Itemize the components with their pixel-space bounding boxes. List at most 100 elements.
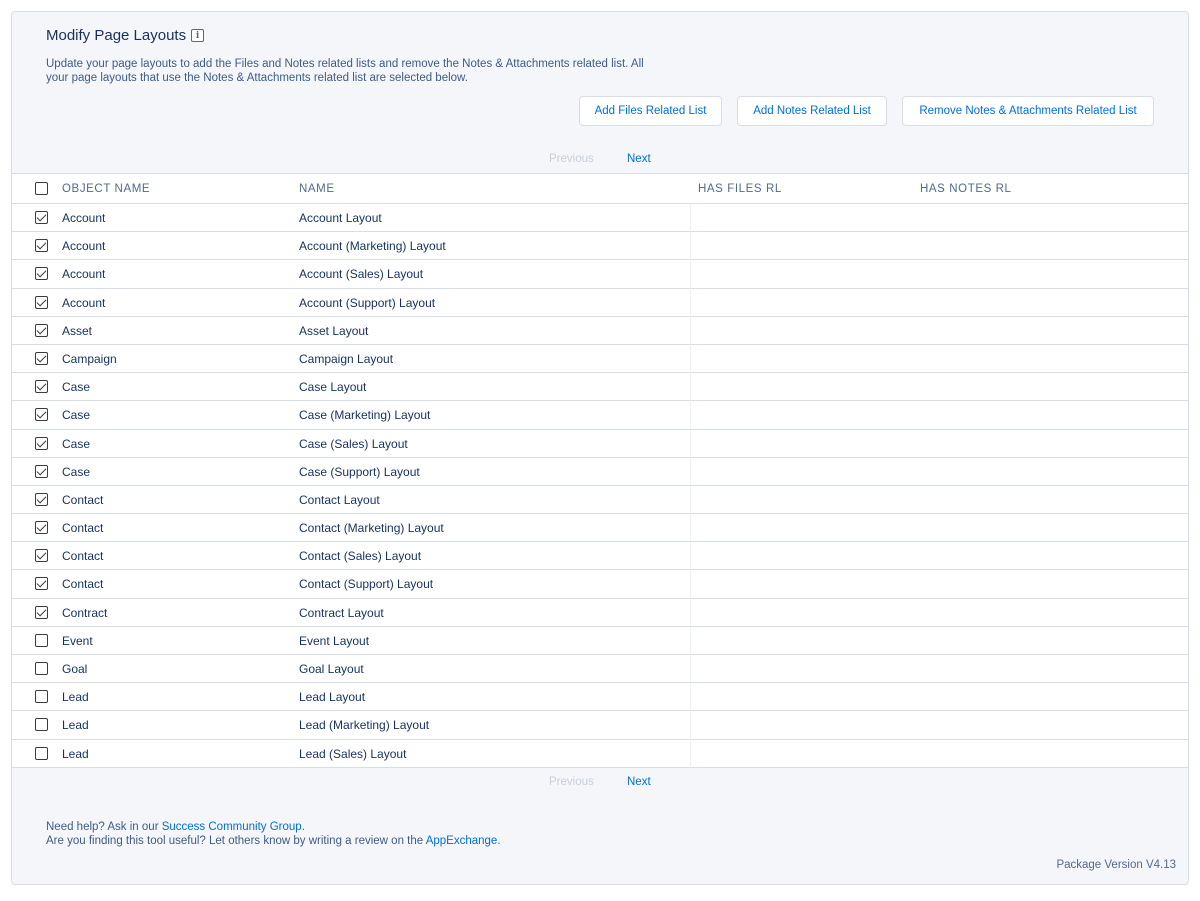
object-name-cell: Goal xyxy=(62,662,88,676)
title-row: Modify Page Layouts i xyxy=(46,27,205,44)
row-checkbox[interactable] xyxy=(35,464,48,478)
layout-name-cell: Lead (Marketing) Layout xyxy=(299,718,430,733)
table-row: Case Case (Support) Layout xyxy=(12,457,1188,486)
object-name-cell: Account xyxy=(62,295,106,310)
related-list-status-cells xyxy=(690,626,1188,655)
layout-name-cell: Case (Marketing) Layout xyxy=(299,408,431,423)
help-footer: Need help? Ask in our Success Community … xyxy=(46,820,501,848)
related-list-status-cells xyxy=(690,373,1188,402)
row-checkbox[interactable] xyxy=(35,351,48,365)
related-list-status-cells xyxy=(690,288,1188,317)
object-name-cell: Event xyxy=(62,633,93,648)
row-checkbox[interactable] xyxy=(35,295,48,309)
table-row: Case Case (Sales) Layout xyxy=(12,429,1188,458)
previous-link[interactable]: Previous xyxy=(549,153,594,165)
row-checkbox[interactable] xyxy=(35,408,48,422)
table-body: Account Account Layout Account Account (Mar… xyxy=(12,204,1188,768)
remove-notes-attachments-button[interactable]: Remove Notes & Attachments Related List xyxy=(902,96,1154,126)
related-list-status-cells xyxy=(690,204,1188,233)
related-list-status-cells xyxy=(690,457,1188,486)
row-checkbox[interactable] xyxy=(35,746,48,760)
related-list-status-cells xyxy=(690,485,1188,515)
object-name-cell: Account xyxy=(62,239,106,254)
page-description: Update your page layouts to add the File… xyxy=(46,58,644,84)
layout-name-cell: Account (Marketing) Layout xyxy=(299,239,446,254)
row-checkbox[interactable] xyxy=(35,267,48,281)
object-name-cell: Contract xyxy=(62,605,108,620)
row-checkbox[interactable] xyxy=(35,380,48,394)
select-all-checkbox[interactable] xyxy=(35,182,48,195)
object-name-cell: Lead xyxy=(62,746,89,761)
object-name-cell: Lead xyxy=(62,718,89,733)
next-link[interactable]: Next xyxy=(627,153,651,165)
review-text: Are you finding this tool useful? Let ot… xyxy=(46,835,426,847)
appexchange-link[interactable]: AppExchange xyxy=(426,835,498,847)
next-link[interactable]: Next xyxy=(627,776,651,788)
row-checkbox[interactable] xyxy=(35,605,48,619)
table-row: Campaign Campaign Layout xyxy=(12,344,1188,374)
row-checkbox[interactable] xyxy=(35,239,48,253)
add-notes-related-list-button[interactable]: Add Notes Related List xyxy=(737,96,887,126)
related-list-status-cells xyxy=(690,232,1188,261)
related-list-status-cells xyxy=(690,429,1188,458)
row-checkbox[interactable] xyxy=(35,690,48,704)
review-line: Are you finding this tool useful? Let ot… xyxy=(46,834,501,848)
layout-name-cell: Account Layout xyxy=(299,211,382,225)
object-name-cell: Asset xyxy=(62,323,93,338)
object-name-cell: Lead xyxy=(62,690,89,705)
table-row: Case Case (Marketing) Layout xyxy=(12,401,1188,430)
related-list-status-cells xyxy=(690,344,1188,374)
row-checkbox[interactable] xyxy=(35,492,48,506)
object-name-cell: Contact xyxy=(62,549,104,564)
layout-name-cell: Event Layout xyxy=(299,633,370,648)
row-checkbox[interactable] xyxy=(35,436,48,450)
row-checkbox[interactable] xyxy=(35,549,48,563)
row-checkbox[interactable] xyxy=(35,323,48,337)
add-files-related-list-button[interactable]: Add Files Related List xyxy=(579,96,722,126)
help-text: Need help? Ask in our xyxy=(46,821,162,833)
table-row: Asset Asset Layout xyxy=(12,316,1188,345)
previous-link[interactable]: Previous xyxy=(549,776,594,788)
help-line: Need help? Ask in our Success Community … xyxy=(46,820,501,834)
table-row: Goal Goal Layout xyxy=(12,655,1188,684)
layout-name-cell: Case Layout xyxy=(299,380,367,395)
table-row: Contact Contact (Support) Layout xyxy=(12,570,1188,599)
object-name-cell: Case xyxy=(62,408,91,423)
layout-name-cell: Contact (Marketing) Layout xyxy=(299,521,444,536)
table-row: Account Account (Marketing) Layout xyxy=(12,232,1188,261)
column-object-name[interactable]: OBJECT NAME xyxy=(62,183,150,195)
related-list-status-cells xyxy=(690,542,1188,571)
layout-name-cell: Contact (Support) Layout xyxy=(299,577,434,592)
layout-name-cell: Goal Layout xyxy=(299,662,364,676)
layout-name-cell: Case (Sales) Layout xyxy=(299,436,408,451)
related-list-status-cells xyxy=(690,316,1188,345)
column-has-notes-rl[interactable]: HAS NOTES RL xyxy=(920,183,1012,195)
layout-name-cell: Lead (Sales) Layout xyxy=(299,746,407,761)
table-header: OBJECT NAME NAME HAS FILES RL HAS NOTES … xyxy=(12,173,1188,204)
table-row: Contract Contract Layout xyxy=(12,598,1188,627)
object-name-cell: Case xyxy=(62,464,91,479)
modify-page-layouts-card: Modify Page Layouts i Update your page l… xyxy=(11,11,1189,885)
object-name-cell: Contact xyxy=(62,577,104,592)
info-icon[interactable]: i xyxy=(191,29,205,42)
package-version: Package Version V4.13 xyxy=(1056,859,1176,871)
related-list-status-cells xyxy=(690,598,1188,627)
layout-name-cell: Asset Layout xyxy=(299,323,369,338)
layout-name-cell: Account (Support) Layout xyxy=(299,295,436,310)
column-has-files-rl[interactable]: HAS FILES RL xyxy=(698,183,782,195)
layout-name-cell: Contract Layout xyxy=(299,605,384,620)
related-list-status-cells xyxy=(690,739,1188,768)
row-checkbox[interactable] xyxy=(35,633,48,647)
row-checkbox[interactable] xyxy=(35,662,48,675)
row-checkbox[interactable] xyxy=(35,521,48,535)
row-checkbox[interactable] xyxy=(35,577,48,591)
layout-name-cell: Lead Layout xyxy=(299,690,366,705)
related-list-status-cells xyxy=(690,514,1188,543)
table-row: Lead Lead (Sales) Layout xyxy=(12,739,1188,768)
column-name[interactable]: NAME xyxy=(299,183,335,195)
success-community-link[interactable]: Success Community Group xyxy=(162,821,302,833)
row-checkbox[interactable] xyxy=(35,211,48,224)
row-checkbox[interactable] xyxy=(35,718,48,732)
table-row: Account Account Layout xyxy=(12,204,1188,233)
table-row: Contact Contact Layout xyxy=(12,485,1188,515)
